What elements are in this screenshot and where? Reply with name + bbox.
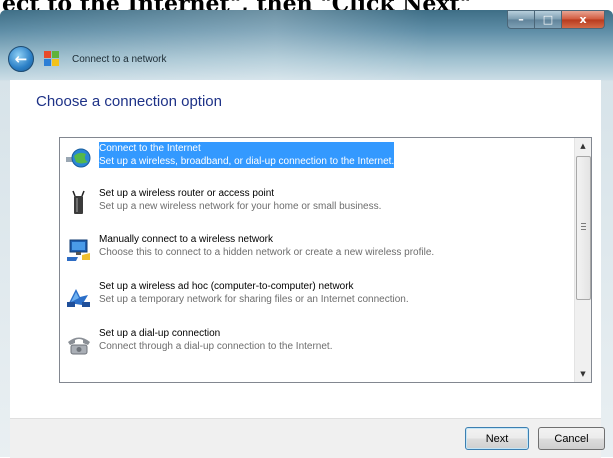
option-title: Connect to the Internet [99, 143, 201, 154]
window-title: Connect to a network [72, 53, 167, 65]
network-wizard-icon [44, 51, 60, 67]
minimize-button[interactable]: – [507, 10, 534, 29]
option-title: Manually connect to a wireless network [99, 234, 273, 245]
scroll-thumb[interactable] [576, 156, 591, 300]
back-button[interactable]: ← [8, 46, 34, 72]
back-arrow-icon: ← [14, 50, 28, 68]
option-ad-hoc-network[interactable]: Set up a wireless ad hoc (computer-to-co… [63, 278, 574, 316]
cancel-button[interactable]: Cancel [538, 427, 605, 450]
option-wireless-router[interactable]: Set up a wireless router or access point… [63, 185, 574, 223]
page-title: Choose a connection option [36, 93, 222, 110]
close-button[interactable]: x [562, 10, 605, 29]
option-manual-wireless[interactable]: Manually connect to a wireless network C… [63, 231, 574, 269]
option-description: Set up a wireless, broadband, or dial-up… [99, 156, 395, 167]
wireless-router-icon [66, 190, 92, 216]
option-connect-internet[interactable]: Connect to the Internet Set up a wireles… [63, 140, 574, 178]
option-description: Set up a temporary network for sharing f… [99, 294, 409, 305]
next-button[interactable]: Next [465, 427, 529, 450]
connection-options-list[interactable]: Connect to the Internet Set up a wireles… [59, 137, 592, 383]
option-dial-up[interactable]: Set up a dial-up connection Connect thro… [63, 325, 574, 363]
wizard-footer: Next Cancel [10, 418, 605, 458]
option-description: Connect through a dial-up connection to … [99, 341, 333, 352]
wizard-content: Choose a connection option Connect to th… [10, 80, 601, 433]
option-title: Set up a wireless ad hoc (computer-to-co… [99, 281, 354, 292]
ad-hoc-network-icon [66, 283, 92, 309]
option-description: Set up a new wireless network for your h… [99, 201, 382, 212]
option-title: Set up a wireless router or access point [99, 188, 275, 199]
maximize-button[interactable]: □ [534, 10, 562, 29]
scroll-down-arrow-icon[interactable]: ▼ [575, 366, 591, 382]
scroll-up-arrow-icon[interactable]: ▲ [575, 138, 591, 154]
list-scrollbar[interactable]: ▲ ▼ [574, 138, 591, 382]
globe-network-icon [66, 145, 92, 171]
navigation-bar: ← Connect to a network [8, 44, 167, 74]
option-description: Choose this to connect to a hidden netwo… [99, 247, 435, 258]
grip-icon [581, 223, 586, 230]
option-title: Set up a dial-up connection [99, 328, 221, 339]
window-controls: – □ x [507, 10, 605, 29]
dial-up-phone-icon [66, 330, 92, 356]
wireless-network-icon [66, 236, 92, 262]
